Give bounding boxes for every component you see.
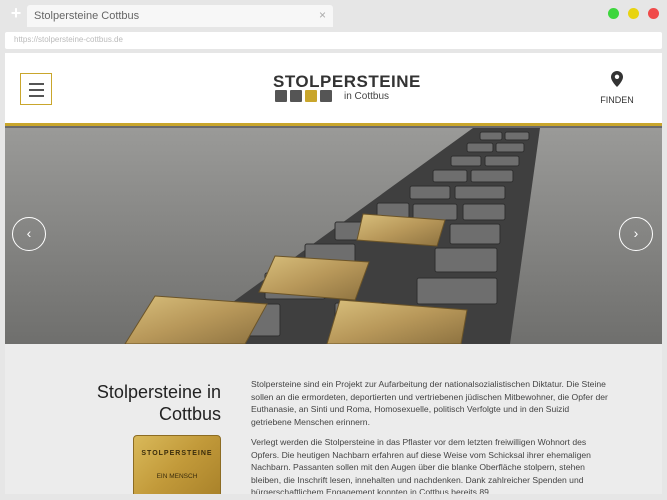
slider-next-button[interactable]: › <box>619 217 653 251</box>
logo-title[interactable]: STOLPERSTEINE <box>273 72 421 92</box>
hamburger-icon <box>29 83 44 85</box>
stolperstein-image: STOLPERSTEINE EIN MENSCH <box>133 435 221 494</box>
minimize-button[interactable] <box>628 8 639 19</box>
logo-square <box>275 90 287 102</box>
new-tab-button[interactable]: + <box>8 4 24 22</box>
site-header: STOLPERSTEINE in Cottbus FINDEN <box>5 53 662 123</box>
logo-square <box>305 90 317 102</box>
close-window-button[interactable] <box>648 8 659 19</box>
hero-image <box>5 128 662 344</box>
tab-close-icon[interactable]: × <box>319 8 326 22</box>
hero-slider[interactable]: ‹ › <box>5 128 662 344</box>
logo-square <box>320 90 332 102</box>
find-button[interactable]: FINDEN <box>597 71 637 105</box>
intro-section: Stolpersteine in Cottbus STOLPERSTEINE E… <box>5 344 662 494</box>
find-label: FINDEN <box>600 95 634 105</box>
stone-text: STOLPERSTEINE <box>141 450 213 457</box>
hamburger-icon <box>29 95 44 97</box>
browser-tab-bar: + Stolpersteine Cottbus × <box>0 0 667 30</box>
slider-prev-button[interactable]: ‹ <box>12 217 46 251</box>
menu-button[interactable] <box>20 73 52 105</box>
browser-tab[interactable]: Stolpersteine Cottbus × <box>27 5 333 27</box>
website: STOLPERSTEINE in Cottbus FINDEN ‹ › Stol… <box>5 53 662 494</box>
stone-text: EIN MENSCH <box>156 473 198 480</box>
maximize-button[interactable] <box>608 8 619 19</box>
logo-subtitle: in Cottbus <box>344 91 390 102</box>
intro-paragraph: Verlegt werden die Stolpersteine in das … <box>251 437 591 494</box>
map-pin-icon <box>611 71 623 87</box>
hamburger-icon <box>29 89 44 91</box>
tab-title: Stolpersteine Cottbus <box>34 10 140 22</box>
logo-square <box>290 90 302 102</box>
intro-heading: Stolpersteine in Cottbus <box>96 382 221 424</box>
intro-paragraph: Stolpersteine sind ein Projekt zur Aufar… <box>251 379 608 427</box>
url-text: https://stolpersteine-cottbus.de <box>14 35 123 44</box>
address-bar[interactable]: https://stolpersteine-cottbus.de <box>5 32 662 49</box>
